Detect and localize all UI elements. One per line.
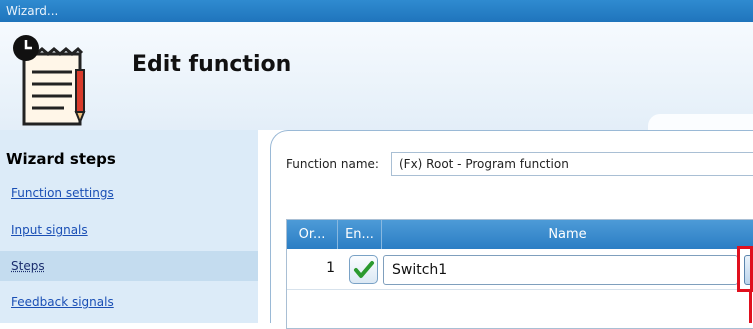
sidebar-item-steps[interactable]: Steps [0, 251, 258, 281]
row-order-value: 1 [295, 260, 335, 276]
sidebar-item-function-settings[interactable]: Function settings [0, 178, 258, 208]
column-header-order[interactable]: Or... [287, 220, 338, 249]
page-title: Edit function [132, 52, 291, 77]
enabled-checkbox[interactable] [349, 255, 378, 284]
notepad-pencil-clock-icon [8, 30, 113, 128]
window-title: Wizard... [6, 4, 58, 18]
wizard-header: Edit function [0, 22, 753, 130]
window-title-bar: Wizard... [0, 0, 753, 22]
column-header-enabled[interactable]: En... [338, 220, 382, 249]
step-name-input[interactable]: Switch1 [383, 255, 738, 285]
column-header-name[interactable]: Name [382, 220, 753, 249]
sidebar-item-input-signals[interactable]: Input signals [0, 215, 258, 245]
wizard-steps-title: Wizard steps [6, 150, 116, 168]
highlight-pointer-line [749, 292, 752, 323]
sidebar-item-feedback-signals[interactable]: Feedback signals [0, 287, 258, 317]
function-name-label: Function name: [286, 157, 379, 171]
function-name-input[interactable]: (Fx) Root - Program function [391, 152, 753, 176]
checkmark-icon [350, 256, 377, 283]
